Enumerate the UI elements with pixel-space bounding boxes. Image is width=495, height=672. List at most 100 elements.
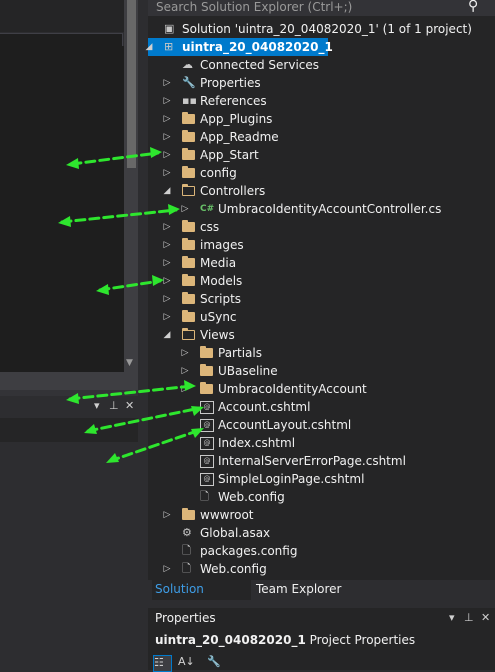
tree-item[interactable]: ▷ wwwroot: [148, 506, 495, 524]
solution-icon: ▣: [164, 22, 175, 35]
tree-item[interactable]: ▷ 🗋 Web.config: [148, 560, 495, 578]
properties-object-name: uintra_20_04082020_1: [155, 633, 306, 647]
close-icon[interactable]: ✕: [481, 609, 490, 627]
tree-item[interactable]: ◢ Views: [148, 326, 495, 344]
tree-item[interactable]: ▷ uSync: [148, 308, 495, 326]
tree-item[interactable]: 🗋 packages.config: [148, 542, 495, 560]
tree-item[interactable]: ▷ Scripts: [148, 290, 495, 308]
tree-item[interactable]: ▷ C# UmbracoIdentityAccountController.cs: [148, 200, 495, 218]
collapse-arrow-icon[interactable]: ▷: [162, 308, 172, 326]
editor-area[interactable]: [0, 46, 124, 372]
collapse-arrow-icon[interactable]: ▷: [180, 380, 190, 398]
collapse-arrow-icon[interactable]: ▷: [162, 110, 172, 128]
folder-icon: [182, 130, 195, 142]
tree-item[interactable]: @ Index.cshtml: [148, 434, 495, 452]
tree-item[interactable]: ▷ UBaseline: [148, 362, 495, 380]
tree-item[interactable]: ▷ App_Plugins: [148, 110, 495, 128]
collapse-arrow-icon[interactable]: ▷: [162, 146, 172, 164]
folder-open-icon: [182, 184, 195, 196]
tree-item-label: Properties: [200, 76, 261, 90]
tree-item[interactable]: ▷ 🔧 Properties: [148, 74, 495, 92]
collapse-arrow-icon[interactable]: ▷: [162, 272, 172, 290]
tree-item-label: Web.config: [200, 562, 267, 576]
collapse-arrow-icon[interactable]: ▷: [162, 164, 172, 182]
tree-item[interactable]: ▷ App_Readme: [148, 128, 495, 146]
tree-item[interactable]: ▷ Media: [148, 254, 495, 272]
tree-item-label: UmbracoIdentityAccountController.cs: [218, 202, 442, 216]
tree-item[interactable]: ▷ ▪▪ References: [148, 92, 495, 110]
tree-item-label: css: [200, 220, 220, 234]
pane-splitter[interactable]: [142, 0, 147, 670]
tree-item[interactable]: ▷ css: [148, 218, 495, 236]
expand-arrow-icon[interactable]: ◢: [144, 38, 154, 56]
collapse-arrow-icon[interactable]: ▷: [162, 218, 172, 236]
collapse-arrow-icon[interactable]: ▷: [180, 344, 190, 362]
tab-team-explorer[interactable]: Team Explorer: [256, 580, 342, 600]
csharp-file-icon: C#: [200, 204, 215, 214]
collapse-arrow-icon[interactable]: ▷: [162, 506, 172, 524]
editor-navigation-bar[interactable]: [0, 33, 123, 47]
collapse-arrow-icon[interactable]: ▷: [162, 254, 172, 272]
pin-icon[interactable]: ⊥: [464, 609, 474, 627]
tree-item-label: Models: [200, 274, 243, 288]
output-panel: [0, 442, 138, 670]
tree-item[interactable]: ◢ Controllers: [148, 182, 495, 200]
editor-toolbar: [0, 0, 138, 32]
folder-icon: [182, 274, 195, 286]
scroll-down-arrow-icon[interactable]: ▼: [126, 358, 133, 368]
alphabetical-icon[interactable]: A↓: [178, 655, 195, 670]
tree-item[interactable]: @ AccountLayout.cshtml: [148, 416, 495, 434]
pin-icon[interactable]: ⊥: [109, 399, 119, 412]
categorized-icon[interactable]: ☷: [153, 655, 172, 672]
panel-dropdown-icon[interactable]: ▾: [449, 609, 455, 627]
collapse-arrow-icon[interactable]: ▷: [162, 74, 172, 92]
tree-item[interactable]: ▷ UmbracoIdentityAccount: [148, 380, 495, 398]
editor-scrollbar-thumb[interactable]: [127, 0, 136, 168]
tree-item-label: Solution 'uintra_20_04082020_1' (1 of 1 …: [182, 22, 472, 36]
folder-icon: [182, 292, 195, 304]
tree-item-label: images: [200, 238, 244, 252]
collapse-arrow-icon[interactable]: ▷: [180, 200, 190, 218]
collapse-arrow-icon[interactable]: ▷: [162, 290, 172, 308]
expand-arrow-icon[interactable]: ◢: [162, 326, 172, 344]
tree-item[interactable]: @ Account.cshtml: [148, 398, 495, 416]
tree-item-label: App_Plugins: [200, 112, 273, 126]
properties-object-selector[interactable]: uintra_20_04082020_1 Project Properties: [155, 632, 415, 648]
collapse-arrow-icon[interactable]: ▷: [162, 128, 172, 146]
collapse-arrow-icon[interactable]: ▷: [162, 236, 172, 254]
panel-dropdown-icon[interactable]: ▾: [94, 399, 100, 412]
tree-item[interactable]: ☁ Connected Services: [148, 56, 495, 74]
editor-horizontal-scrollbar[interactable]: [0, 372, 138, 390]
collapse-arrow-icon[interactable]: ▷: [162, 92, 172, 110]
tree-item-label: wwwroot: [200, 508, 254, 522]
close-icon[interactable]: ✕: [125, 399, 134, 412]
tree-item[interactable]: ▷ images: [148, 236, 495, 254]
collapse-arrow-icon[interactable]: ▷: [162, 560, 172, 578]
tree-item[interactable]: @ SimpleLoginPage.cshtml: [148, 470, 495, 488]
tree-item[interactable]: ▷ config: [148, 164, 495, 182]
cloud-icon: ☁: [182, 58, 193, 71]
tree-item[interactable]: @ InternalServerErrorPage.cshtml: [148, 452, 495, 470]
config-file-icon: 🗋: [200, 490, 209, 503]
search-icon[interactable]: ⚲: [468, 0, 478, 14]
tree-item-label: uintra_20_04082020_1: [182, 40, 333, 54]
tree-item[interactable]: ▷ App_Start: [148, 146, 495, 164]
tree-item-label: Account.cshtml: [218, 400, 311, 414]
cshtml-file-icon: @: [200, 437, 214, 450]
property-pages-icon[interactable]: 🔧: [207, 655, 221, 670]
collapse-arrow-icon[interactable]: ▷: [180, 362, 190, 380]
solution-node[interactable]: ▣ Solution 'uintra_20_04082020_1' (1 of 1…: [148, 20, 495, 38]
project-node[interactable]: ◢ ⊞ uintra_20_04082020_1: [146, 38, 333, 56]
tree-item[interactable]: ▷ Models: [148, 272, 495, 290]
cshtml-file-icon: @: [200, 401, 214, 414]
expand-arrow-icon[interactable]: ◢: [162, 182, 172, 200]
tree-item[interactable]: 🗋 Web.config: [148, 488, 495, 506]
folder-icon: [182, 220, 195, 232]
tree-item-label: Partials: [218, 346, 262, 360]
folder-icon: [182, 112, 195, 124]
asax-file-icon: ⚙: [182, 526, 192, 539]
tree-item[interactable]: ▷ Partials: [148, 344, 495, 362]
tree-item-label: Index.cshtml: [218, 436, 296, 450]
tab-solution-explorer[interactable]: Solution Explorer: [152, 580, 251, 614]
tree-item[interactable]: ⚙ Global.asax: [148, 524, 495, 542]
